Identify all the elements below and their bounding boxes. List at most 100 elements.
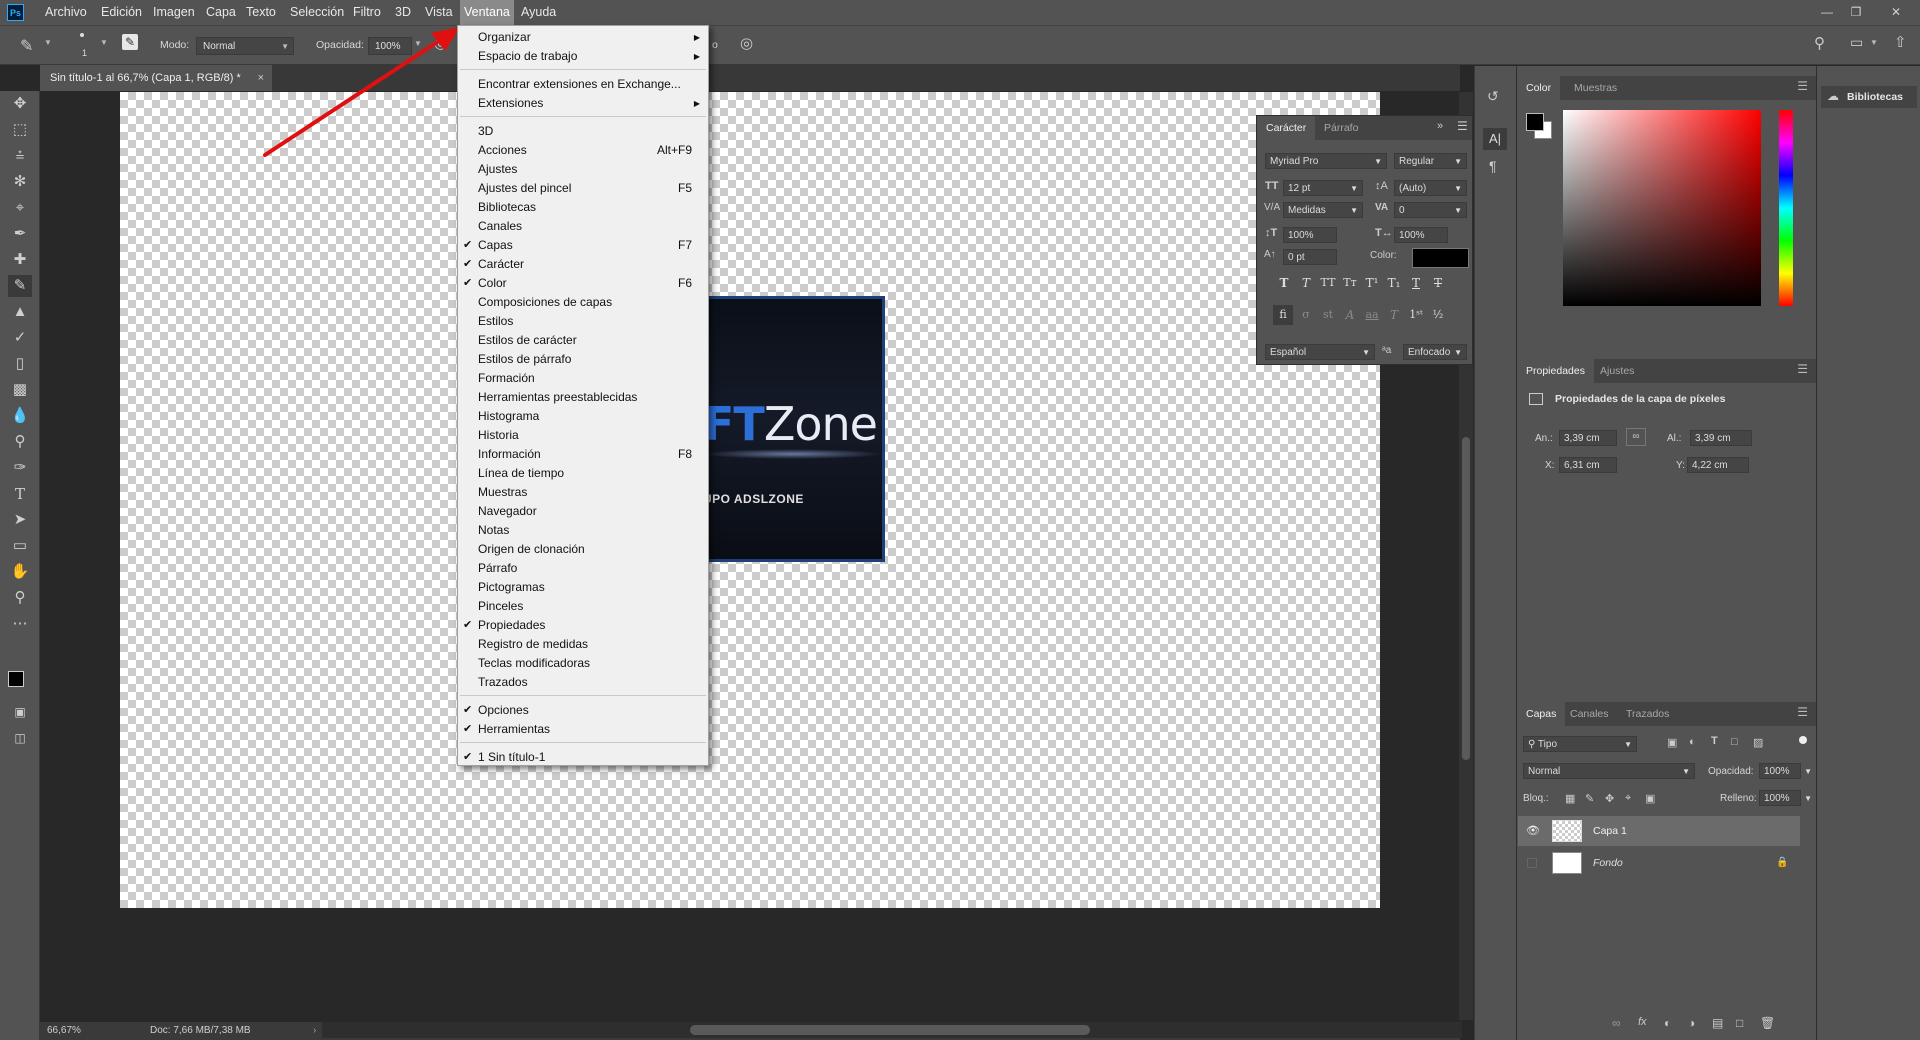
visibility-eye-icon[interactable]: 👁 [1526, 816, 1540, 846]
filter-smart-object-icon[interactable]: ▨ [1753, 736, 1763, 749]
menu-seleccion[interactable]: Selección [286, 0, 348, 25]
faux-bold-icon[interactable]: T [1275, 274, 1293, 292]
menu-item-teclas-modificadoras[interactable]: Teclas modificadoras [458, 654, 708, 673]
move-tool-icon[interactable]: ✥ [8, 93, 32, 115]
filter-shape-icon[interactable]: □ [1731, 736, 1738, 748]
font-style-select[interactable]: Regular ▼ [1394, 153, 1467, 169]
search-icon[interactable]: ⚲ [1814, 34, 1825, 52]
eraser-icon[interactable]: ▯ [8, 353, 32, 375]
vertical-scroll-thumb[interactable] [1462, 437, 1470, 760]
screen-mode-icon[interactable]: ◫ [8, 727, 32, 749]
libraries-button[interactable]: ☁ Bibliotecas [1821, 86, 1917, 108]
baseline-shift-field[interactable]: 0 pt [1283, 249, 1337, 265]
restore-icon[interactable]: ❐ [1845, 4, 1867, 20]
tab-canales[interactable]: Canales [1561, 702, 1618, 726]
menu-item-trazados[interactable]: Trazados [458, 673, 708, 692]
antialias-select[interactable]: Enfocado ▼ [1403, 344, 1467, 360]
menu-item-herramientas-preestablecidas[interactable]: Herramientas preestablecidas [458, 388, 708, 407]
menu-item-caracter[interactable]: ✔ Carácter [458, 255, 708, 274]
menu-item-bibliotecas[interactable]: Bibliotecas [458, 198, 708, 217]
kerning-select[interactable]: Medidas ▼ [1283, 202, 1363, 218]
blend-mode-select[interactable]: Normal ▼ [1523, 763, 1695, 779]
menu-item-estilos-de-parrafo[interactable]: Estilos de párrafo [458, 350, 708, 369]
color-foreground-swatch[interactable] [1526, 113, 1544, 131]
crop-tool-icon[interactable]: ⌖ [8, 197, 32, 219]
collapse-panel-icon[interactable]: » [1437, 120, 1443, 132]
tracking-field[interactable]: 0 ▼ [1394, 202, 1467, 218]
discretionary-ligatures-icon[interactable]: st [1319, 306, 1337, 324]
menu-item-navegador[interactable]: Navegador [458, 502, 708, 521]
path-selection-icon[interactable]: ➤ [8, 509, 32, 531]
pencil-tool-icon[interactable]: ✎ [20, 36, 33, 56]
hue-slider[interactable] [1779, 110, 1793, 306]
height-field[interactable]: 3,39 cm [1690, 430, 1752, 446]
layer-row-capa-1[interactable]: 👁 Capa 1 [1518, 816, 1800, 846]
leading-field[interactable]: (Auto) ▼ [1394, 180, 1467, 196]
new-group-icon[interactable]: ▤ [1712, 1016, 1723, 1030]
y-position-field[interactable]: 4,22 cm [1687, 457, 1749, 473]
menu-item-extensiones[interactable]: Extensiones ▶ [458, 94, 708, 113]
menu-item-acciones[interactable]: Acciones Alt+F9 [458, 141, 708, 160]
tab-color[interactable]: Color [1517, 76, 1561, 100]
document-tab[interactable]: Sin título-1 al 66,7% (Capa 1, RGB/8) * … [40, 65, 272, 91]
lock-all-icon[interactable]: ▣ [1645, 792, 1655, 805]
rectangle-tool-icon[interactable]: ▭ [8, 535, 32, 557]
menu-item-organizar[interactable]: Organizar ▶ [458, 28, 708, 47]
properties-panel-menu-icon[interactable]: ☰ [1797, 362, 1808, 376]
tool-preset-chevron-icon[interactable]: ▼ [44, 38, 52, 47]
zoom-tool-icon[interactable]: ⚲ [8, 587, 32, 609]
lock-position-icon[interactable]: ✥ [1605, 792, 1614, 805]
menu-texto[interactable]: Texto [242, 0, 280, 25]
blur-tool-icon[interactable]: 💧 [8, 405, 32, 427]
menu-item-estilos-de-caracter[interactable]: Estilos de carácter [458, 331, 708, 350]
strikethrough-icon[interactable]: T [1429, 274, 1447, 292]
pressure-size-icon[interactable]: ◎ [740, 34, 753, 52]
menu-ayuda[interactable]: Ayuda [517, 0, 560, 25]
more-tools-icon[interactable]: ⋯ [8, 613, 32, 635]
menu-item-1-sin-titulo-1[interactable]: ✔ 1 Sin título-1 [458, 748, 708, 767]
all-caps-icon[interactable]: TT [1319, 274, 1337, 292]
zoom-level[interactable]: 66,67% [47, 1022, 81, 1040]
tab-trazados[interactable]: Trazados [1617, 702, 1678, 726]
menu-item-herramientas[interactable]: ✔ Herramientas [458, 720, 708, 739]
history-panel-icon[interactable]: ↺ [1487, 88, 1499, 105]
filter-adjustment-icon[interactable]: ◐ [1689, 736, 1696, 748]
contextual-alternates-icon[interactable]: σ [1297, 306, 1315, 324]
menu-item-encontrar-extensiones-en-exchange[interactable]: Encontrar extensiones en Exchange... [458, 75, 708, 94]
new-layer-icon[interactable]: □ [1736, 1016, 1743, 1030]
ordinals-icon[interactable]: 1ˢᵗ [1407, 306, 1425, 324]
layer-name[interactable]: Fondo [1593, 848, 1623, 878]
menu-item-pinceles[interactable]: Pinceles [458, 597, 708, 616]
horizontal-scroll-thumb[interactable] [690, 1025, 1090, 1035]
menu-item-pictogramas[interactable]: Pictogramas [458, 578, 708, 597]
filter-type-icon[interactable]: T [1711, 735, 1718, 747]
quick-selection-icon[interactable]: ✻ [8, 171, 32, 193]
tab-capas[interactable]: Capas [1517, 702, 1566, 726]
brush-panel-toggle-icon[interactable]: ✎ [122, 34, 138, 50]
superscript-icon[interactable]: T¹ [1363, 274, 1381, 292]
font-family-select[interactable]: Myriad Pro ▼ [1265, 153, 1387, 169]
foreground-color-swatch[interactable] [8, 671, 24, 687]
menu-item-registro-de-medidas[interactable]: Registro de medidas [458, 635, 708, 654]
quick-mask-icon[interactable]: ▣ [8, 701, 32, 723]
history-brush-icon[interactable]: ✓ [8, 327, 32, 349]
x-position-field[interactable]: 6,31 cm [1559, 457, 1617, 473]
menu-item-origen-de-clonacion[interactable]: Origen de clonación [458, 540, 708, 559]
menu-3d[interactable]: 3D [391, 0, 415, 25]
layer-row-fondo[interactable]: Fondo 🔒 [1518, 848, 1800, 878]
subscript-icon[interactable]: T₁ [1385, 274, 1403, 292]
fill-field[interactable]: 100% ▼ [1759, 790, 1812, 806]
tab-parrafo[interactable]: Párrafo [1315, 116, 1367, 140]
visibility-off-box[interactable] [1527, 858, 1537, 868]
menu-item-ajustes-del-pincel[interactable]: Ajustes del pincel F5 [458, 179, 708, 198]
swash-icon[interactable]: A [1341, 306, 1359, 324]
small-caps-icon[interactable]: Tт [1341, 274, 1359, 292]
workspace-chevron-icon[interactable]: ▼ [1870, 38, 1878, 47]
menu-item-histograma[interactable]: Histograma [458, 407, 708, 426]
lock-artboard-icon[interactable]: ⌖ [1625, 792, 1631, 805]
tab-ajustes[interactable]: Ajustes [1591, 359, 1643, 383]
type-tool-icon[interactable]: T [8, 483, 32, 505]
tab-muestras[interactable]: Muestras [1565, 76, 1626, 100]
menu-item-capas[interactable]: ✔ Capas F7 [458, 236, 708, 255]
lock-transparent-icon[interactable]: ▦ [1565, 792, 1575, 805]
